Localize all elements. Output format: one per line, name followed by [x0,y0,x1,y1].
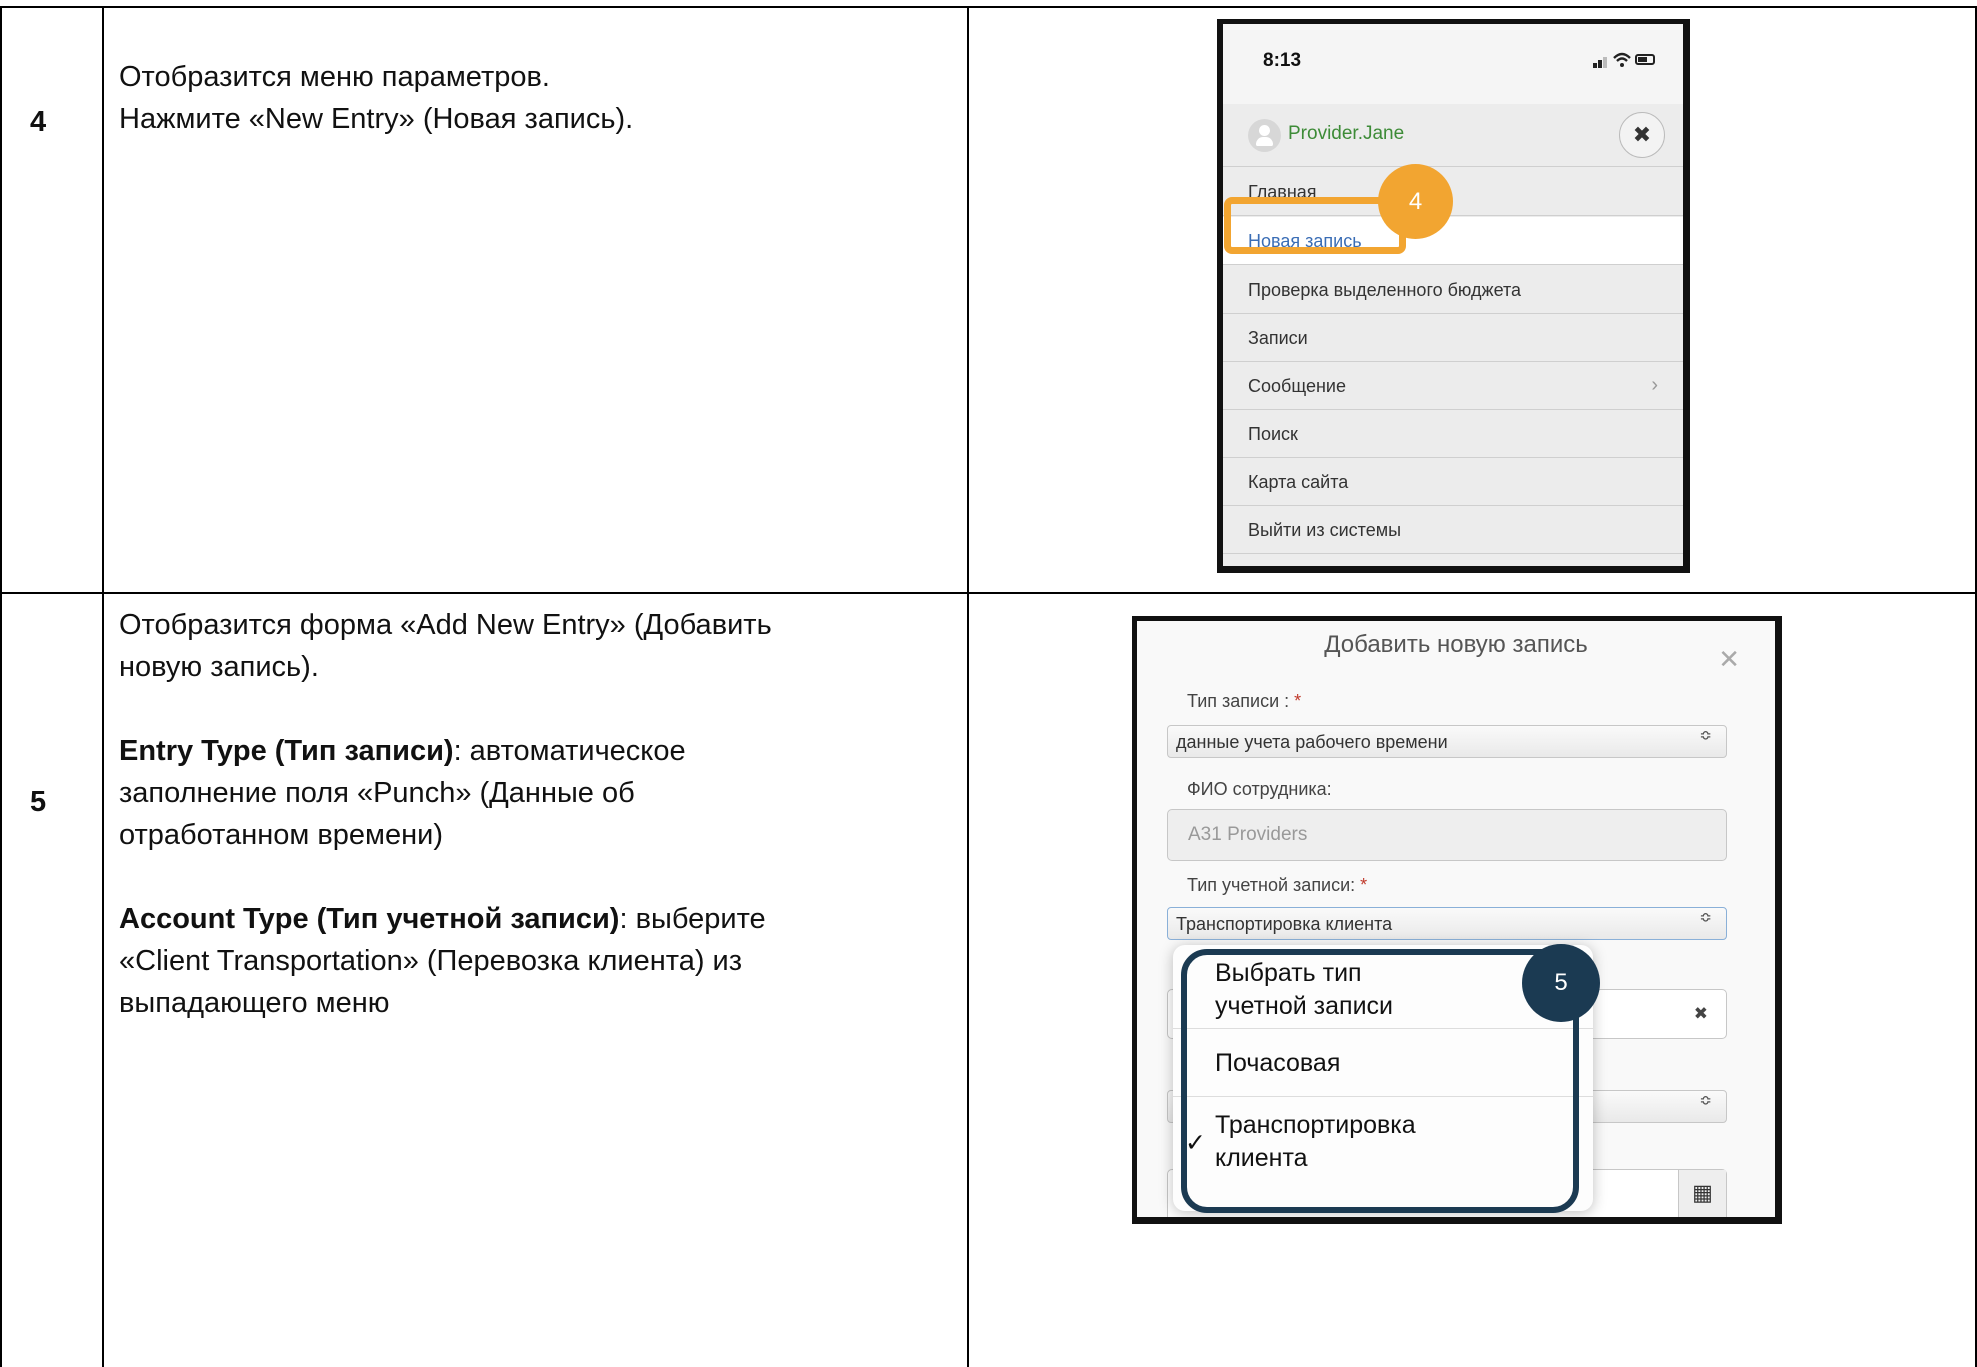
account-type-select[interactable]: Транспортировка клиента ≎ [1167,907,1727,940]
menu-item-search[interactable]: Поиск [1223,410,1683,458]
wifi-icon [1613,52,1631,67]
account-type-value: Транспортировка клиента [1176,914,1393,934]
updown-chevron-icon: ≎ [1699,727,1712,744]
updown-chevron-icon: ≎ [1699,909,1712,926]
account-type-line-3: выпадающего меню [119,987,390,1019]
step-number-4: 4 [30,106,47,138]
user-row: Provider.Jane ✖ [1223,104,1683,167]
account-type-heading: Account Type (Тип учетной записи) [119,903,620,935]
account-type-label: Тип учетной записи: * [1187,875,1367,896]
close-icon[interactable]: ✕ [1718,644,1740,675]
battery-icon [1635,54,1655,65]
menu-item-message[interactable]: Сообщение › [1223,362,1683,410]
entry-type-select[interactable]: данные учета рабочего времени ≎ [1167,725,1727,758]
entry-type-text: : автоматическое [453,735,686,767]
menu-item-budget-check[interactable]: Проверка выделенного бюджета [1223,266,1683,314]
step-4-description: Отобразится меню параметров. Нажмите «Ne… [119,56,949,140]
menu-item-label: Проверка выделенного бюджета [1248,280,1522,300]
required-marker: * [1294,691,1302,711]
status-icons [1593,52,1655,68]
table-border-top [0,6,1977,8]
entry-type-heading: Entry Type (Тип записи) [119,735,454,767]
status-bar: 8:13 [1223,24,1683,104]
signal-icon-bar [1598,60,1602,68]
entry-type-value: данные учета рабочего времени [1176,732,1448,752]
chevron-right-icon: › [1651,374,1658,396]
menu-item-label: Карта сайта [1248,472,1349,492]
step-5-line-2: новую запись). [119,651,319,683]
menu-item-sitemap[interactable]: Карта сайта [1223,458,1683,506]
account-type-text: : выберите [619,903,766,935]
menu-item-logout[interactable]: Выйти из системы [1223,506,1683,554]
entry-type-line-2: заполнение поля «Punch» (Данные об [119,777,635,809]
account-type-label-text: Тип учетной записи: [1187,875,1361,895]
step-number-5: 5 [30,786,47,818]
table-col-divider-1 [102,6,104,1367]
menu-item-label: Поиск [1248,424,1298,444]
step-4-line-1: Отобразится меню параметров. [119,61,550,93]
step-4-line-2: Нажмите «New Entry» (Новая запись). [119,103,634,135]
employee-field: A31 Providers [1167,809,1727,861]
callout-badge-4: 4 [1378,164,1453,239]
entry-type-label: Тип записи : * [1187,691,1301,712]
signal-icon-bar [1603,57,1607,68]
form-title: Добавить новую запись [1324,631,1588,658]
status-time: 8:13 [1263,50,1302,71]
table-col-divider-2 [967,6,969,1367]
user-name[interactable]: Provider.Jane [1288,123,1404,145]
menu-item-label: Записи [1248,328,1308,348]
step-5-line-1: Отобразится форма «Add New Entry» (Добав… [119,609,772,641]
menu-item-entries[interactable]: Записи [1223,314,1683,362]
signal-icon [1593,63,1597,68]
dropdown-highlight [1181,949,1579,1213]
step-5-description: Отобразится форма «Add New Entry» (Добав… [119,604,949,1024]
table-row-divider [0,592,1977,594]
menu-item-label: Сообщение [1248,376,1346,396]
phone-screen: 8:13 Provider.Jane ✖ Главная Новая запис… [1223,24,1683,566]
required-marker: * [1360,875,1368,895]
menu-item-label: Выйти из системы [1248,520,1402,540]
user-avatar-icon [1248,119,1281,152]
callout-badge-5: 5 [1522,944,1600,1022]
calendar-button[interactable]: ▦ [1678,1170,1726,1217]
calendar-icon: ▦ [1692,1180,1713,1205]
clear-icon[interactable]: ✖ [1694,1004,1708,1024]
updown-chevron-icon: ≎ [1699,1092,1712,1109]
close-menu-button[interactable]: ✖ [1619,112,1665,158]
employee-value: A31 Providers [1188,824,1308,845]
account-type-line: Account Type (Тип учетной записи): выбер… [119,898,949,940]
employee-label: ФИО сотрудника: [1187,779,1332,799]
entry-type-label-text: Тип записи : [1187,691,1295,711]
account-type-line-2: «Client Transportation» (Перевозка клиен… [119,945,743,977]
table-border-left [0,6,2,1367]
entry-type-line: Entry Type (Тип записи): автоматическое [119,730,949,772]
phone-menu-screenshot: 8:13 Provider.Jane ✖ Главная Новая запис… [1217,19,1690,573]
entry-type-line-3: отработанном времени) [119,819,443,851]
